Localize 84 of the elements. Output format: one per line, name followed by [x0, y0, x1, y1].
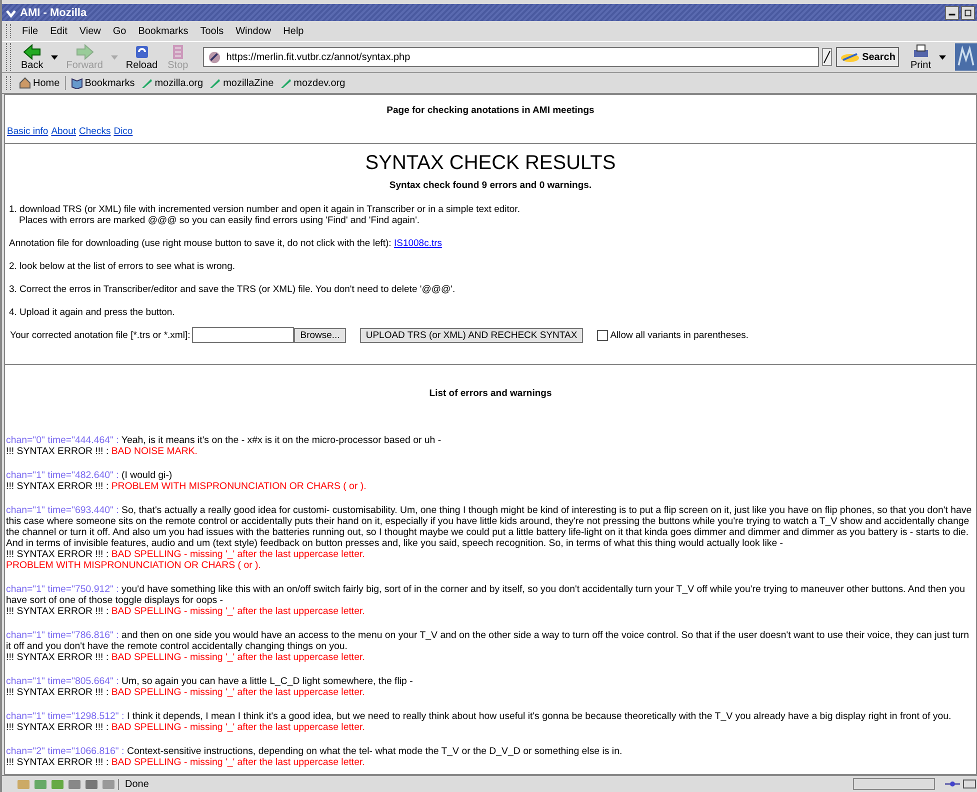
file-field[interactable] — [192, 327, 294, 343]
error-label: !!! SYNTAX ERROR !!! : — [6, 446, 109, 457]
step-text: 4. Upload it again and press the button. — [8, 307, 176, 318]
toolbar-button[interactable]: Back — [16, 44, 48, 70]
error-message: BAD SPELLING - missing '_' after the last uppercase letter. — [111, 687, 365, 698]
menu-item[interactable]: Help — [277, 26, 310, 36]
menu-item[interactable]: File — [16, 26, 44, 36]
error-label: !!! SYNTAX ERROR !!! : — [6, 606, 109, 617]
status-text: Done — [118, 778, 851, 790]
step-text: 3. Correct the erros in Transcriber/editor and save the TRS (or XML) file. You don't need to delete '@@@'. — [8, 284, 456, 295]
error-message: PROBLEM WITH MISPRONUNCIATION OR CHARS ( or ). — [111, 481, 366, 492]
error-message: BAD SPELLING - missing '_' after the last uppercase letter. — [111, 549, 365, 560]
note-text: Places with errors are marked @@@ so you can easily find errors using 'Find' and 'Find again'. — [18, 215, 420, 226]
search-button[interactable]: Search — [836, 47, 900, 67]
transcript-text: chan="1" time="693.440" : So, that's actually a really good idea for customi- customisability. Um, one thing I though might be kind of interesting is to put a flip screen on it, just like you have on flip phones, so that you don't have this case where someone sits on the remote control or accidentally puts their hand on it, especially if you have little kids around, they're not pressing the buttons while you're trying to watch a T_V show and accidentally change the channel or turn it off. And also um you had issues with the batteries running out, so I thought maybe we could put a little battery life-light on it that kinda goes dimmer and dimmer and dimmer as you battery is - starts to die. And in terms of invisible features, audio and um (text style) feedback on button presses and, like you said, speech recognition. So, in terms of what this thing would actually look like - — [6, 505, 973, 549]
checkbox[interactable] — [597, 330, 608, 340]
menu-item[interactable]: View — [73, 26, 107, 36]
toolbar-button[interactable]: Reload — [120, 44, 163, 70]
bookmark-link[interactable]: Bookmarks — [68, 77, 138, 89]
transcript-text: chan="1" time="750.912" : you'd have something like this with an on/off switch fairly big, sort of in the corner and by itself, so you don't accidentally turn your T_V off while you're trying to maneuver other buttons. And then you have sort of one of those toggle displays for oops - — [6, 584, 966, 606]
transcript-text: chan="1" time="805.664" : Um, so again you can have a little L_C_D light somewhere, the flip - — [6, 676, 414, 687]
nav-link[interactable]: About — [51, 126, 76, 137]
search-icon — [840, 51, 860, 63]
error-label: !!! SYNTAX ERROR !!! : — [6, 652, 109, 663]
checkbox-label: Allow all variants in parentheses. — [610, 330, 749, 340]
menu-item[interactable]: Tools — [194, 26, 230, 36]
bookmark-icon — [280, 77, 292, 89]
page-header: Page for checking anotations in AMI meetings — [386, 105, 596, 118]
bookmark-link[interactable]: mozdev.org — [276, 77, 348, 89]
bookmark-link[interactable]: Home — [16, 77, 63, 89]
back-arrow-icon — [22, 44, 42, 60]
error-message: BAD SPELLING - missing '_' after the last uppercase letter. — [111, 652, 365, 663]
page-title: SYNTAX CHECK RESULTS — [364, 152, 617, 175]
status-icon[interactable] — [67, 778, 82, 790]
bookmark-link[interactable]: mozilla.org — [138, 77, 206, 89]
dropdown-arrow-icon[interactable] — [51, 54, 58, 60]
upload-label: Your corrected anotation file [*.trs or *.xml]: — [10, 330, 190, 340]
step-text: 2. look below at the list of errors to see what is wrong. — [8, 261, 236, 272]
nav-link[interactable]: Basic info — [7, 126, 48, 137]
bookmark-link[interactable]: mozillaZine — [206, 77, 277, 89]
transcript-text: chan="1" time="786.816" : and then on one side you would have an access to the menu on your T_V and on the other side a way to turn off the voice control. So that if the user doesn't want to use their voice, they can just turn it off and you don't have the remote control accidentally changing things on you. — [6, 630, 970, 652]
error-label: !!! SYNTAX ERROR !!! : — [6, 481, 109, 492]
step-text: 1. download TRS (or XML) file with incremented version number and open it again in Transcriber or in a simple text editor. — [9, 204, 520, 215]
transcript-text: chan="1" time="1298.512" : I think it depends, I mean I think it's a good idea, but we need to really think about how useful it's gonna be because theoretically with the T_V you already have a big display right in front of you. — [6, 711, 952, 722]
print-button[interactable]: Print — [905, 44, 936, 70]
menu-item[interactable]: Window — [230, 26, 278, 36]
site-icon — [208, 50, 222, 64]
maximize-button[interactable] — [961, 6, 975, 20]
error-message: BAD SPELLING - missing '_' after the last uppercase letter. — [111, 606, 365, 617]
nav-link[interactable]: Checks — [79, 126, 111, 137]
bookmark-icon — [209, 77, 222, 89]
error-label: !!! SYNTAX ERROR !!! : — [6, 549, 109, 560]
menu-item[interactable]: Bookmarks — [132, 26, 194, 36]
dropdown-arrow-icon[interactable] — [939, 54, 946, 60]
forward-arrow-icon — [74, 44, 95, 60]
book-icon — [70, 77, 83, 89]
download-link[interactable]: IS1008c.trs — [394, 238, 442, 249]
go-button[interactable] — [822, 48, 832, 66]
menu-item[interactable]: Edit — [44, 26, 74, 36]
error-label: !!! SYNTAX ERROR !!! : — [6, 687, 109, 698]
error-message: BAD NOISE MARK. — [111, 446, 198, 457]
status-icon[interactable] — [84, 778, 99, 790]
download-text: Annotation file for downloading (use right mouse button to save it, do not click with the left): — [9, 238, 392, 249]
browse-button[interactable]: Browse... — [294, 328, 346, 342]
upload-button[interactable]: UPLOAD TRS (or XML) AND RECHECK SYNTAX — [360, 328, 584, 342]
error-message: PROBLEM WITH MISPRONUNCIATION OR CHARS ( or ). — [6, 560, 262, 571]
window-title: AMI - Mozilla — [20, 6, 88, 18]
error-message: BAD SPELLING - missing '_' after the last uppercase letter. — [111, 757, 365, 768]
nav-link[interactable]: Dico — [114, 126, 133, 137]
bookmark-icon — [140, 77, 153, 89]
section-title: List of errors and warnings — [428, 388, 553, 399]
minimize-button[interactable] — [945, 6, 959, 20]
error-label: !!! SYNTAX ERROR !!! : — [6, 722, 109, 733]
error-message: BAD SPELLING - missing '_' after the last uppercase letter. — [111, 722, 365, 733]
maximize-icon — [964, 8, 972, 16]
transcript-text: chan="0" time="444.464" : Yeah, is it means it's on the - x#x is it on the micro-processor based or uh - — [6, 435, 442, 446]
error-label: !!! SYNTAX ERROR !!! : — [6, 757, 109, 768]
house-icon — [19, 77, 31, 89]
summary-text: Syntax check found 9 errors and 0 warnings. — [388, 180, 593, 191]
transcript-text: chan="1" time="482.640" : (I would gi-) — [6, 470, 174, 481]
logo-icon — [955, 43, 977, 71]
menu-item[interactable]: Go — [106, 26, 132, 36]
transcript-text: chan="2" time="1066.816" : Context-sensitive instructions, depending on what the tel- what mode the T_V or the D_V_D or something else is in. — [6, 746, 624, 757]
address-field[interactable]: https://merlin.fit.vutbr.cz/annot/syntax.php — [203, 47, 820, 67]
